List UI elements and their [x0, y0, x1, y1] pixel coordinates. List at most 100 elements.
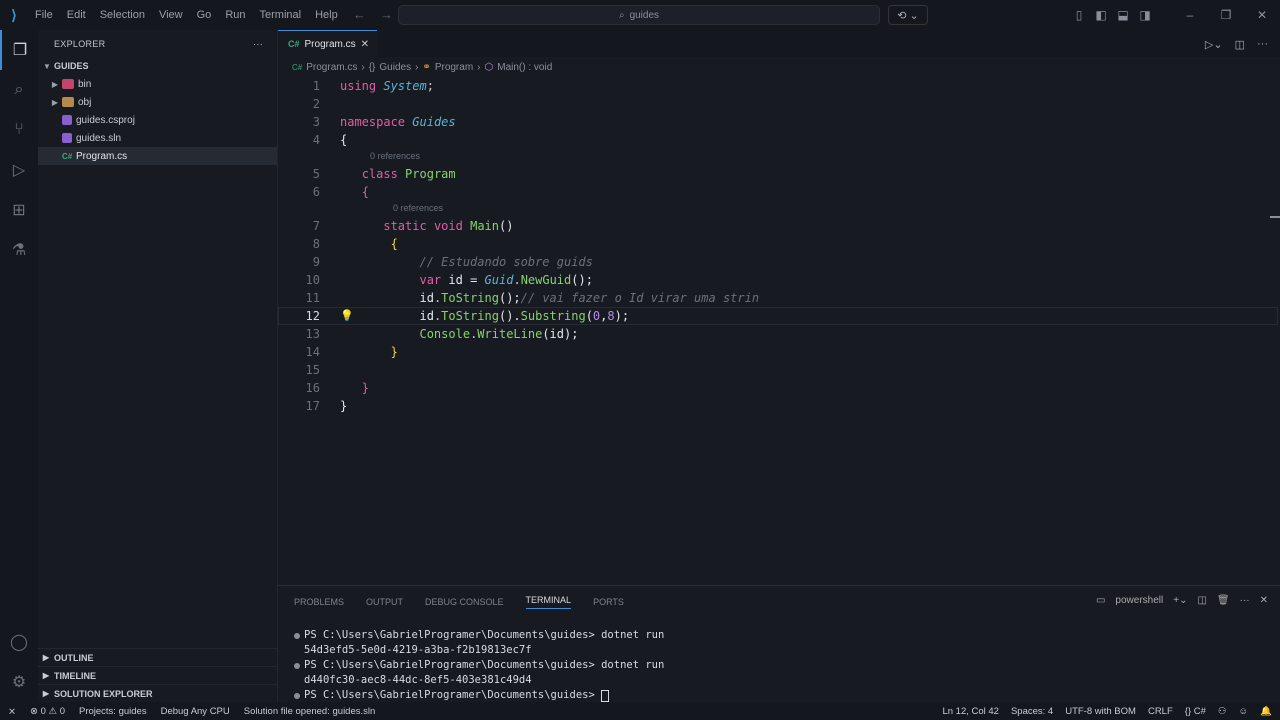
tab-output[interactable]: OUTPUT	[366, 597, 403, 607]
tree-root-guides[interactable]: ▼ GUIDES	[38, 57, 277, 75]
tree-root-label: GUIDES	[54, 61, 89, 71]
warning-count: 0	[59, 705, 65, 717]
command-center[interactable]: ⌕ guides	[398, 5, 880, 25]
menu-help[interactable]: Help	[308, 9, 345, 21]
notifications-bell-icon[interactable]: 🔔	[1260, 706, 1272, 717]
testing-icon[interactable]: ⚗	[0, 230, 38, 270]
menu-edit[interactable]: Edit	[60, 9, 93, 21]
title-bar: ⟩ File Edit Selection View Go Run Termin…	[0, 0, 1280, 30]
menu-run[interactable]: Run	[218, 9, 252, 21]
tree-item-bin[interactable]: ▶ bin	[38, 75, 277, 93]
toggle-secondary-sidebar-icon[interactable]: ◨	[1134, 8, 1156, 22]
toggle-panel-icon[interactable]: ⬓	[1112, 8, 1134, 22]
chevron-right-icon: ▶	[51, 79, 59, 89]
tree-item-obj[interactable]: ▶ obj	[38, 93, 277, 111]
tree-item-sln[interactable]: guides.sln	[38, 129, 277, 147]
account-icon[interactable]: ◯	[0, 622, 38, 662]
debug-config-status[interactable]: Debug Any CPU	[161, 706, 230, 717]
back-arrow-icon[interactable]: ←	[353, 7, 366, 22]
warning-icon: ⚠	[48, 705, 58, 717]
feedback-icon[interactable]: ☺	[1238, 706, 1248, 717]
menu-file[interactable]: File	[28, 9, 60, 21]
scrollbar-marker[interactable]	[1270, 216, 1280, 218]
csharp-file-icon: C#	[288, 39, 300, 49]
close-window-icon[interactable]: ✕	[1244, 8, 1280, 22]
line-number: 4	[312, 133, 320, 147]
class-name: Program	[405, 167, 456, 181]
line-number: 16	[305, 381, 320, 395]
tree-item-label: obj	[78, 96, 92, 108]
timeline-section[interactable]: ▶ TIMELINE	[38, 666, 278, 684]
run-debug-icon[interactable]: ▷	[0, 150, 38, 190]
projects-status[interactable]: Projects: guides	[79, 706, 147, 717]
terminal-line: PS C:\Users\GabrielProgramer\Documents\g…	[304, 629, 665, 641]
split-editor-icon[interactable]: ◫	[1235, 38, 1245, 51]
search-view-icon[interactable]: ⌕	[0, 70, 38, 110]
chevron-right-icon: ▶	[51, 97, 59, 107]
more-actions-icon[interactable]: ···	[1257, 38, 1268, 51]
encoding-status[interactable]: UTF-8 with BOM	[1065, 706, 1136, 717]
terminal-line: d440fc30-aec8-44dc-8ef5-403e381c49d4	[304, 674, 532, 686]
settings-gear-icon[interactable]: ⚙	[0, 662, 38, 702]
tree-item-program-cs[interactable]: C# Program.cs	[38, 147, 277, 165]
menu-selection[interactable]: Selection	[93, 9, 152, 21]
tab-terminal[interactable]: TERMINAL	[525, 595, 572, 609]
brace: }	[390, 345, 398, 359]
method-name: Main	[470, 219, 499, 233]
copilot-button[interactable]: ⟲ ⌄	[888, 5, 928, 25]
tab-program-cs[interactable]: C# Program.cs ✕	[278, 30, 378, 57]
remote-icon[interactable]: ⨯	[8, 706, 16, 717]
split-terminal-icon[interactable]: ◫	[1197, 595, 1206, 606]
copilot-status-icon[interactable]: ⚇	[1218, 706, 1227, 717]
tree-item-label: bin	[78, 78, 92, 90]
problems-status[interactable]: ⊗ 0 ⚠ 0	[30, 706, 65, 717]
extensions-icon[interactable]: ⊞	[0, 190, 38, 230]
breadcrumb-class[interactable]: Program	[435, 62, 473, 73]
tab-debug-console[interactable]: DEBUG CONSOLE	[425, 597, 504, 607]
terminal-line: PS C:\Users\GabrielProgramer\Documents\g…	[304, 659, 665, 671]
type-name: Guid	[484, 273, 514, 287]
close-tab-icon[interactable]: ✕	[361, 39, 369, 50]
explorer-icon[interactable]: ❐	[0, 30, 38, 70]
activity-bar: ❐ ⌕ ⑂ ▷ ⊞ ⚗ ◯ ⚙	[0, 30, 38, 702]
run-icon[interactable]: ▷⌄	[1205, 38, 1223, 51]
more-actions-icon[interactable]: ···	[1240, 595, 1250, 606]
outline-label: OUTLINE	[54, 652, 94, 663]
tree-item-csproj[interactable]: guides.csproj	[38, 111, 277, 129]
brace: }	[361, 381, 369, 395]
indentation-status[interactable]: Spaces: 4	[1011, 706, 1053, 717]
breadcrumb-namespace[interactable]: Guides	[379, 62, 411, 73]
codelens-references[interactable]: 0 references	[370, 151, 420, 161]
tab-problems[interactable]: PROBLEMS	[294, 597, 344, 607]
solution-explorer-section[interactable]: ▶ SOLUTION EXPLORER	[38, 684, 278, 702]
menu-terminal[interactable]: Terminal	[253, 9, 309, 21]
code-editor[interactable]: 1 using System; 2 3 namespace Guides 4 { 0 …	[278, 77, 1280, 585]
breadcrumb-method[interactable]: Main() : void	[497, 62, 552, 73]
folder-bin-icon	[62, 79, 74, 89]
menu-view[interactable]: View	[152, 9, 190, 21]
new-terminal-icon[interactable]: +⌄	[1173, 595, 1187, 606]
close-panel-icon[interactable]: ✕	[1260, 595, 1268, 606]
more-actions-icon[interactable]: ···	[253, 39, 263, 49]
codelens-references[interactable]: 0 references	[393, 203, 443, 213]
cursor-position[interactable]: Ln 12, Col 42	[942, 706, 999, 717]
eol-status[interactable]: CRLF	[1148, 706, 1173, 717]
kill-terminal-icon[interactable]: 🗑	[1217, 595, 1230, 606]
toggle-sidebar-icon[interactable]: ▯	[1068, 8, 1090, 22]
maximize-icon[interactable]: ❐	[1208, 8, 1244, 22]
source-control-icon[interactable]: ⑂	[0, 110, 38, 150]
brace: {	[340, 133, 348, 147]
minimize-icon[interactable]: –	[1172, 8, 1208, 22]
outline-section[interactable]: ▶ OUTLINE	[38, 648, 278, 666]
tab-ports[interactable]: PORTS	[593, 597, 624, 607]
shell-name[interactable]: powershell	[1115, 595, 1163, 606]
terminal-output[interactable]: PS C:\Users\GabrielProgramer\Documents\g…	[294, 628, 664, 703]
breadcrumb-file[interactable]: Program.cs	[306, 62, 357, 73]
class-name: Console	[419, 327, 471, 341]
forward-arrow-icon[interactable]: →	[380, 7, 393, 22]
menu-go[interactable]: Go	[190, 9, 219, 21]
toggle-primary-sidebar-icon[interactable]: ◧	[1090, 8, 1112, 22]
solution-status[interactable]: Solution file opened: guides.sln	[244, 706, 376, 717]
tree-item-label: guides.sln	[76, 132, 122, 144]
language-mode[interactable]: {} C#	[1185, 706, 1206, 717]
